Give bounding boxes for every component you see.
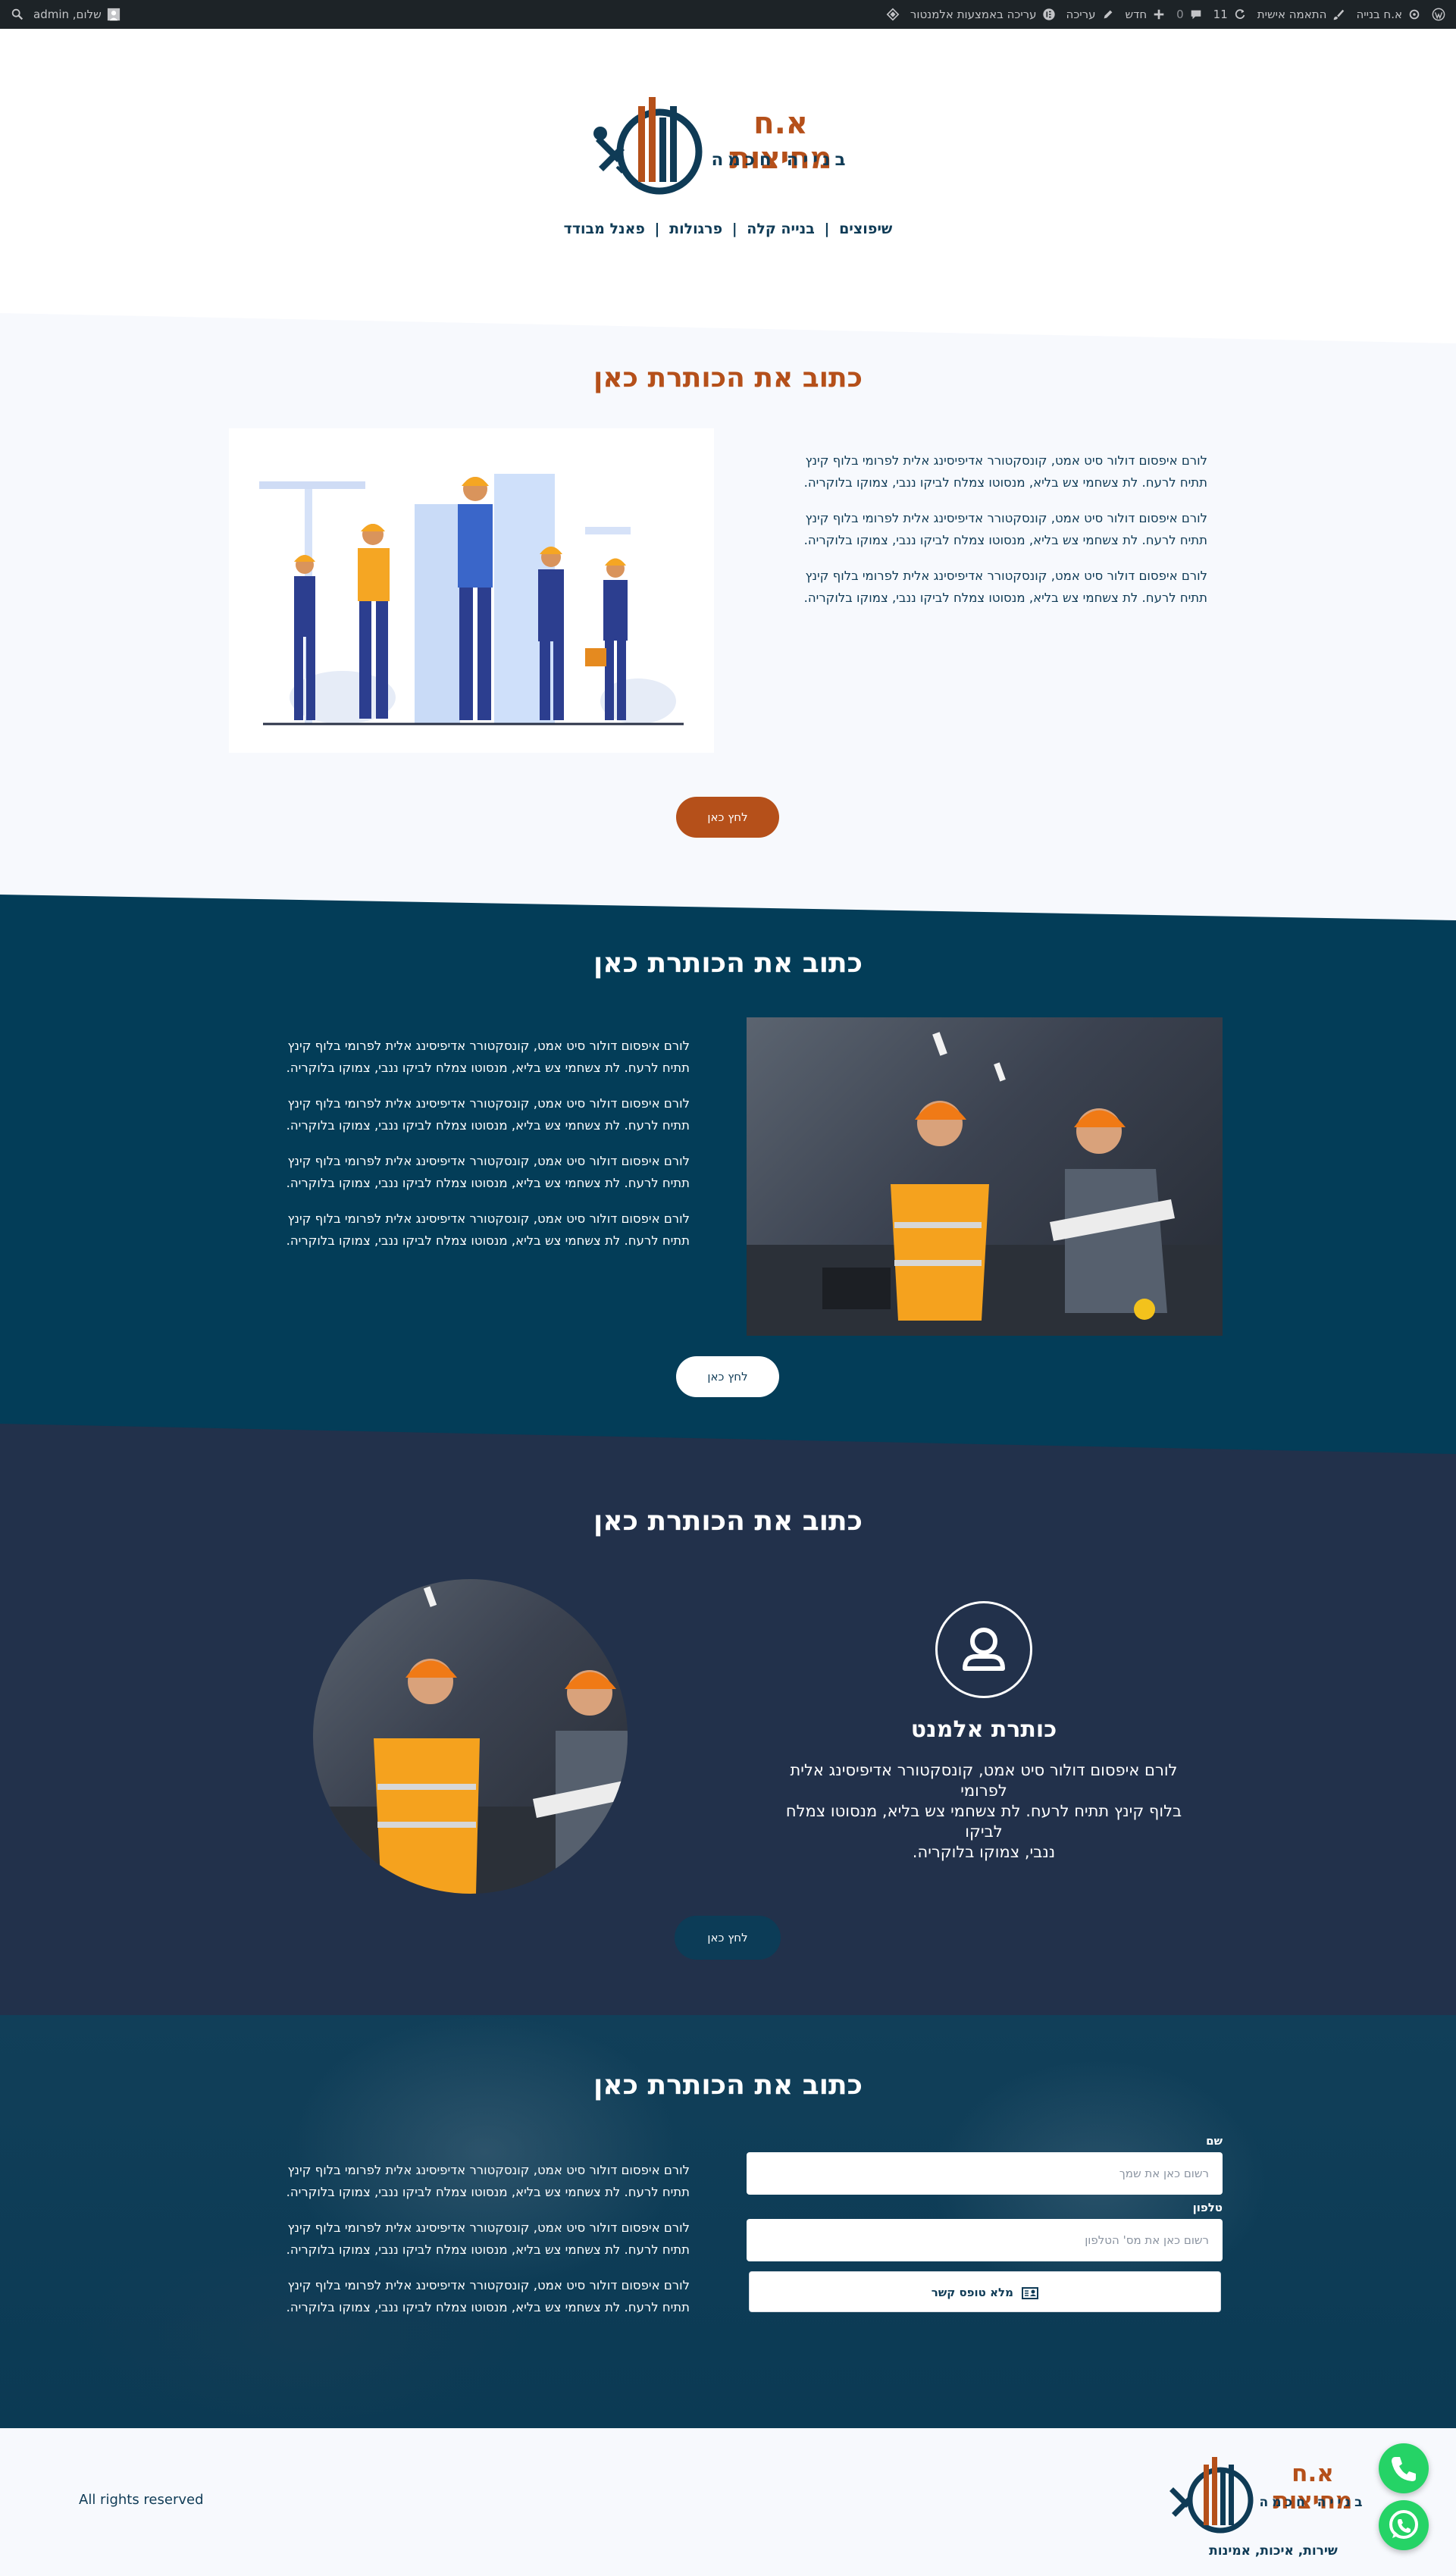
phone-icon	[1392, 2457, 1416, 2481]
contact-card-icon	[1022, 2286, 1039, 2299]
nav-item-renovations[interactable]: שיפוצים	[839, 221, 892, 237]
site-footer: All rights reserved א.ח מחיצות בנייה חכמ…	[0, 2428, 1456, 2576]
greeting-label: שלום, admin	[33, 8, 102, 21]
contact-text: לורם איפסום דולור סיט אמט, קונסקטורר אדי…	[249, 2159, 690, 2332]
user-icon	[963, 1628, 1005, 1671]
slant-divider	[0, 1424, 1456, 1454]
nav-item-light-construction[interactable]: בנייה קלה	[747, 221, 815, 237]
phone-label: טלפון	[1192, 2201, 1223, 2214]
elementor-icon	[1042, 8, 1055, 20]
cta-button[interactable]: לחץ כאן	[675, 1916, 781, 1960]
paragraph: לורם איפסום דולור סיט אמט, קונסקטורר אדי…	[286, 1096, 690, 1133]
section-feature: כתוב את הכותרת כאן כותרת אלמנט לורם איפס…	[0, 1424, 1456, 2015]
cta-button[interactable]: לחץ כאן	[676, 797, 779, 838]
avatar-icon	[107, 8, 120, 21]
section-intro: כתוב את הכותרת כאן לורם איפסום דולור סיט…	[0, 313, 1456, 927]
elementor-edit-link[interactable]: עריכה באמצעות אלמנטור	[910, 8, 1056, 21]
nav-separator: |	[824, 221, 830, 237]
comments-count: 0	[1176, 8, 1184, 21]
site-logo[interactable]: א.ח מחיצות בנייה חכמה	[591, 83, 864, 197]
footer-tagline: שירות, איכות, אמינות	[1209, 2543, 1338, 2559]
rights-text: All rights reserved	[79, 2492, 204, 2508]
section-title: כתוב את הכותרת כאן	[593, 362, 863, 393]
plus-icon	[1154, 9, 1164, 20]
customize-link[interactable]: התאמה אישית	[1257, 8, 1346, 21]
new-content-link[interactable]: חדש	[1126, 8, 1166, 21]
nav-separator: |	[654, 221, 660, 237]
section-contact: כתוב את הכותרת כאן לורם איפסום דולור סיט…	[0, 2015, 1456, 2428]
paragraph: לורם איפסום דולור סיט אמט, קונסקטורר אדי…	[803, 453, 1207, 490]
edit-label: עריכה	[1066, 8, 1096, 21]
user-icon-circle	[935, 1601, 1032, 1698]
paragraph: לורם איפסום דולור סיט אמט, קונסקטורר אדי…	[286, 1039, 690, 1075]
updates-link[interactable]: 11	[1213, 8, 1247, 21]
site-name-link[interactable]: א.ח בנייה	[1356, 8, 1421, 21]
wordpress-icon	[1432, 8, 1445, 21]
pencil-icon	[1104, 10, 1112, 19]
theme-settings-link[interactable]	[886, 8, 900, 21]
admin-bar-left: שלום, admin	[11, 0, 121, 29]
intro-text: לורם איפסום דולור סיט אמט, קונסקטורר אדי…	[766, 450, 1207, 622]
cta-button[interactable]: לחץ כאן	[676, 1356, 779, 1397]
my-account-link[interactable]: שלום, admin	[33, 8, 121, 21]
services-text: לורם איפסום דולור סיט אמט, קונסקטורר אדי…	[249, 1035, 690, 1265]
paragraph: לורם איפסום דולור סיט אמט, קונסקטורר אדי…	[286, 1211, 690, 1248]
paragraph: לורם איפסום דולור סיט אמט, קונסקטורר אדי…	[803, 511, 1207, 547]
handshake-photo	[747, 1017, 1223, 1336]
comment-icon	[1191, 10, 1201, 20]
element-title: כותרת אלמנט	[910, 1716, 1057, 1743]
phone-input[interactable]: רשום כאן את מס' הטלפון	[747, 2219, 1223, 2261]
diamond-icon	[886, 8, 900, 21]
comments-link[interactable]: 0	[1176, 8, 1203, 21]
phone-button[interactable]	[1379, 2443, 1429, 2493]
element-text: לורם איפסום דולור סיט אמט, קונסקטורר אדי…	[785, 1761, 1182, 1861]
footer-logo-subtitle: בנייה חכמה	[1259, 2495, 1367, 2510]
slant-divider	[0, 313, 1456, 343]
logo-subtitle: בנייה חכמה	[711, 150, 850, 170]
paragraph: לורם איפסום דולור סיט אמט, קונסקטורר אדי…	[286, 2163, 690, 2199]
paragraph: לורם איפסום דולור סיט אמט, קונסקטורר אדי…	[803, 569, 1207, 605]
elementor-label: עריכה באמצעות אלמנטור	[910, 8, 1037, 21]
customize-label: התאמה אישית	[1257, 8, 1327, 21]
site-name-label: א.ח בנייה	[1356, 8, 1402, 21]
refresh-icon	[1235, 9, 1245, 19]
section-title: כתוב את הכותרת כאן	[593, 1506, 863, 1537]
name-label: שם	[1206, 2134, 1223, 2148]
contact-form-label: מלא טופס קשר	[931, 2286, 1013, 2299]
contact-form-button[interactable]: מלא טופס קשר	[749, 2271, 1221, 2312]
section-services: כתוב את הכותרת כאן לורם איפסום דולור סיט…	[0, 895, 1456, 1471]
handshake-photo-round	[313, 1579, 628, 1894]
site-header: א.ח מחיצות בנייה חכמה שיפוצים | בנייה קל…	[0, 29, 1456, 313]
search-icon[interactable]	[11, 8, 24, 21]
paragraph: לורם איפסום דולור סיט אמט, קונסקטורר אדי…	[286, 2278, 690, 2314]
settings-icon	[1409, 9, 1420, 20]
paragraph: לורם איפסום דולור סיט אמט, קונסקטורר אדי…	[286, 1154, 690, 1190]
slant-divider	[0, 895, 1456, 920]
name-input[interactable]: רשום כאן את שמך	[747, 2152, 1223, 2195]
wp-admin-bar: א.ח בנייה התאמה אישית 11 0 חדש עריכה ערי…	[0, 0, 1456, 29]
new-label: חדש	[1125, 8, 1148, 21]
section-title: כתוב את הכותרת כאן	[593, 2070, 863, 2101]
whatsapp-button[interactable]	[1379, 2500, 1429, 2550]
brush-icon	[1334, 9, 1345, 20]
wordpress-menu[interactable]	[1432, 8, 1445, 21]
footer-logo[interactable]: א.ח מחיצות בנייה חכמה	[1167, 2443, 1376, 2542]
section-title: כתוב את הכותרת כאן	[593, 948, 863, 979]
admin-bar-right: א.ח בנייה התאמה אישית 11 0 חדש עריכה ערי…	[886, 0, 1445, 29]
updates-count: 11	[1213, 8, 1228, 21]
whatsapp-icon	[1389, 2510, 1418, 2539]
nav-separator: |	[731, 221, 737, 237]
nav-item-pergolas[interactable]: פרגולות	[669, 221, 722, 237]
workers-illustration	[229, 428, 714, 753]
main-nav: שיפוצים | בנייה קלה | פרגולות | פאנל מבו…	[0, 221, 1456, 237]
edit-link[interactable]: עריכה	[1066, 8, 1115, 21]
nav-item-insulated-panel[interactable]: פאנל מבודד	[564, 221, 645, 237]
paragraph: לורם איפסום דולור סיט אמט, קונסקטורר אדי…	[286, 2220, 690, 2257]
